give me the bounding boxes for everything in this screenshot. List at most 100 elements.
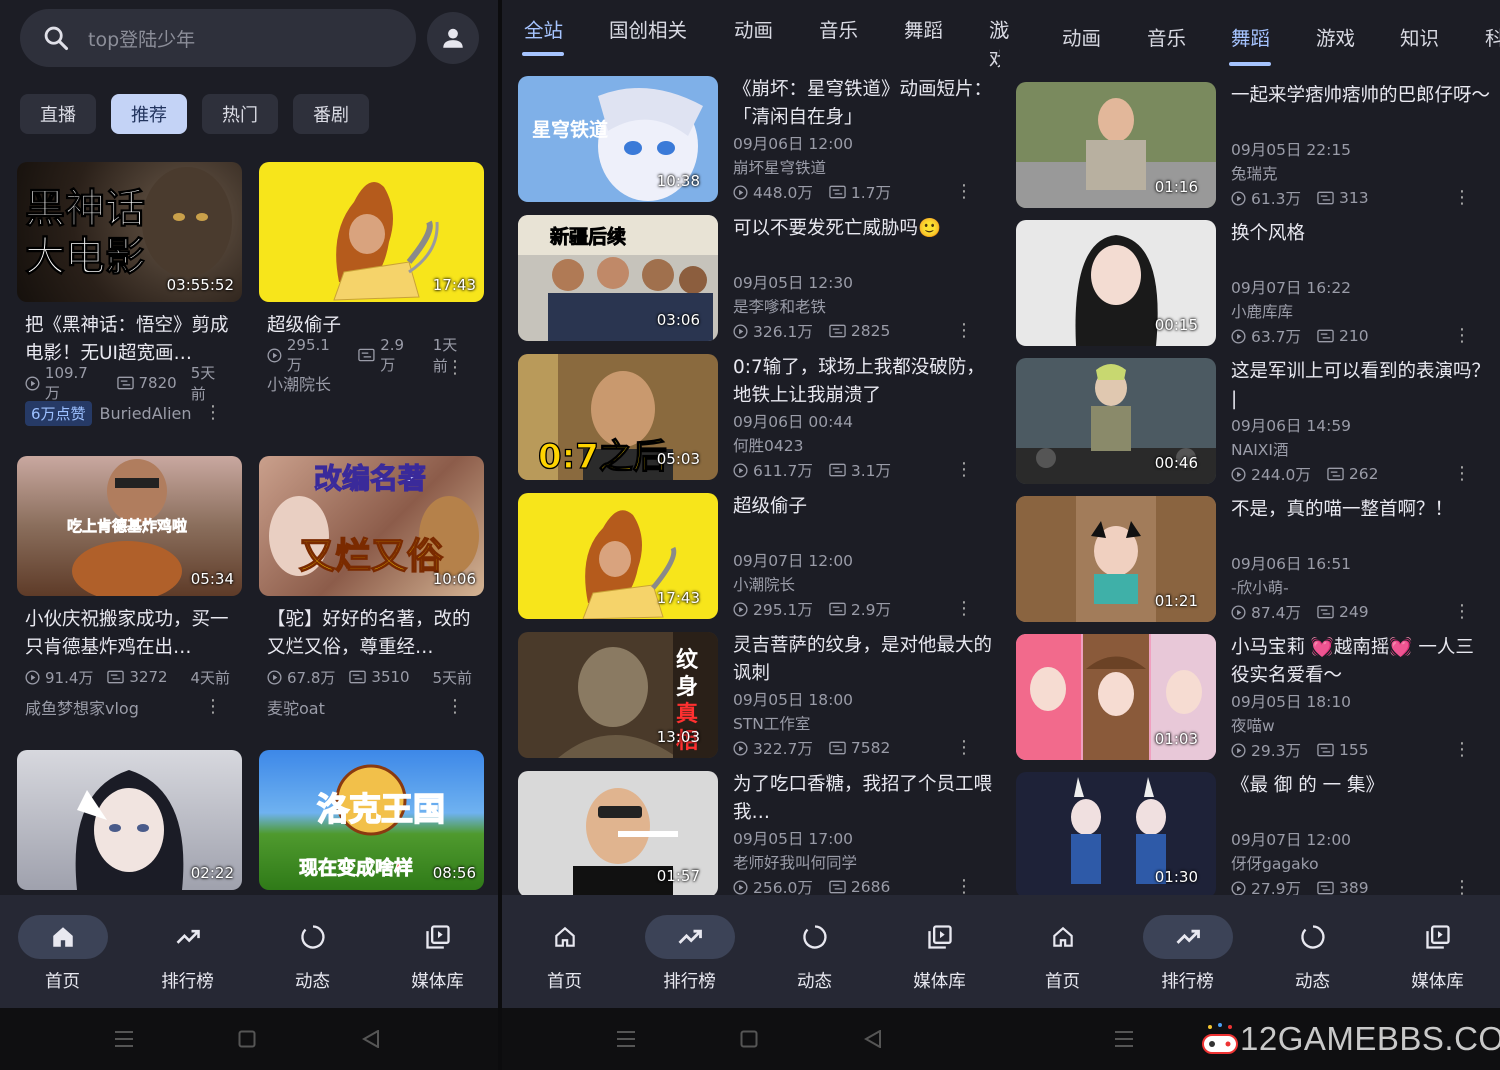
video-thumbnail[interactable]: 新疆后续 03:06 xyxy=(518,215,718,341)
author-name[interactable]: BuriedAlien xyxy=(100,404,192,423)
video-thumbnail[interactable]: 01:21 xyxy=(1016,496,1216,622)
ranking-row[interactable]: 0:7之后 05:03 0:7输了，球场上我都没破防，地铁上让我崩溃了 09月06日 … xyxy=(518,354,998,482)
tab-game-partial[interactable]: 戏 xyxy=(1000,14,1010,43)
account-button[interactable] xyxy=(427,12,479,64)
more-options-icon[interactable]: ⋮ xyxy=(1453,879,1471,897)
tab-anime[interactable]: 动画 xyxy=(1062,22,1101,51)
ranking-row[interactable]: 17:43 超级偷子 09月07日 12:00 小潮院长 295.1万 2.9万 ⋮ xyxy=(518,493,998,621)
nav-dynamic[interactable]: 动态 xyxy=(1250,895,1375,1008)
video-card[interactable]: 02:22 xyxy=(17,750,242,890)
more-options-icon[interactable]: ⋮ xyxy=(955,183,973,201)
tab-guochuang[interactable]: 国创相关 xyxy=(609,14,687,43)
more-options-icon[interactable]: ⋮ xyxy=(1453,327,1471,345)
video-thumbnail[interactable]: 洛克王国 现在变成啥样 08:56 xyxy=(259,750,484,890)
chip-recommend[interactable]: 推荐 xyxy=(111,94,187,134)
nav-ranking[interactable]: 排行榜 xyxy=(1125,895,1250,1008)
nav-home[interactable]: 首页 xyxy=(1000,895,1125,1008)
ranking-row[interactable]: 00:15 换个风格 09月07日 16:22 小鹿库库 63.7万 210 ⋮ xyxy=(1016,220,1496,348)
author-name[interactable]: 咸鱼梦想家vlog xyxy=(25,695,139,719)
more-options-icon[interactable]: ⋮ xyxy=(1453,741,1471,759)
ranking-row[interactable]: 01:21 不是，真的喵一整首啊？！ 09月06日 16:51 -欣小萌- 87.4万 2… xyxy=(1016,496,1496,624)
video-thumbnail[interactable]: 吃上肯德基炸鸡啦 05:34 xyxy=(17,456,242,596)
video-thumbnail[interactable]: 17:43 xyxy=(518,493,718,619)
video-card[interactable]: 17:43 超级偷子 295.1万 2.9万 1天前 小潮院长 ⋮ xyxy=(259,162,484,396)
author-name[interactable]: 夜喵w xyxy=(1231,714,1491,738)
author-name[interactable]: STN工作室 xyxy=(733,712,993,736)
nav-library[interactable]: 媒体库 xyxy=(1375,895,1500,1008)
author-name[interactable]: NAIXI酒 xyxy=(1231,438,1491,462)
nav-home[interactable]: 首页 xyxy=(0,895,125,1008)
ranking-row[interactable]: 01:57 为了吃口香糖，我招了个员工喂我… 09月05日 17:00 老师好我叫何同… xyxy=(518,771,998,899)
video-card[interactable]: 黑神话 大电影 03:55:52 把《黑神话：悟空》剪成电影！无UI超宽画… 1… xyxy=(17,162,242,426)
tab-all[interactable]: 全站 xyxy=(524,14,563,43)
tab-dance[interactable]: 舞蹈 xyxy=(904,14,943,43)
home-square-icon[interactable] xyxy=(238,1030,256,1048)
tab-music[interactable]: 音乐 xyxy=(819,14,858,43)
ranking-row[interactable]: 01:16 一起来学痞帅痞帅的巴郎仔呀～ 09月05日 22:15 兔瑞克 61.3万 3… xyxy=(1016,82,1496,210)
more-options-icon[interactable]: ⋮ xyxy=(1453,603,1471,621)
back-icon[interactable] xyxy=(864,1030,882,1048)
ranking-row[interactable]: 新疆后续 03:06 可以不要发死亡威胁吗🙂 09月05日 12:30 是李嗲和老铁 32… xyxy=(518,215,998,343)
nav-dynamic[interactable]: 动态 xyxy=(250,895,375,1008)
video-thumbnail[interactable]: 星穹铁道 10:38 xyxy=(518,76,718,202)
more-options-icon[interactable]: ⋮ xyxy=(955,600,973,618)
more-options-icon[interactable]: ⋮ xyxy=(955,322,973,340)
nav-ranking[interactable]: 排行榜 xyxy=(125,895,250,1008)
tab-knowledge[interactable]: 知识 xyxy=(1400,22,1439,51)
tab-music[interactable]: 音乐 xyxy=(1147,22,1186,51)
more-options-icon[interactable]: ⋮ xyxy=(955,739,973,757)
more-options-icon[interactable]: ⋮ xyxy=(955,461,973,479)
video-thumbnail[interactable]: 00:46 xyxy=(1016,358,1216,484)
menu-icon[interactable] xyxy=(616,1030,636,1048)
video-thumbnail[interactable]: 0:7之后 05:03 xyxy=(518,354,718,480)
video-thumbnail[interactable]: 01:03 xyxy=(1016,634,1216,760)
more-options-icon[interactable]: ⋮ xyxy=(204,404,222,422)
tab-anime[interactable]: 动画 xyxy=(734,14,773,43)
ranking-row[interactable]: 01:30 《最 御 的 一 集》 09月07日 12:00 伢伢gagako 27.9… xyxy=(1016,772,1496,900)
author-name[interactable]: 小鹿库库 xyxy=(1231,300,1491,324)
video-thumbnail[interactable]: 00:15 xyxy=(1016,220,1216,346)
video-card[interactable]: 改编名著 又烂又俗 10:06 【驼】好好的名著，改的又烂又俗，尊重经… 67.… xyxy=(259,456,484,720)
author-name[interactable]: 兔瑞克 xyxy=(1231,162,1491,186)
author-name[interactable]: 伢伢gagako xyxy=(1231,852,1491,876)
more-options-icon[interactable]: ⋮ xyxy=(955,878,973,896)
nav-dynamic[interactable]: 动态 xyxy=(752,895,877,1008)
nav-home[interactable]: 首页 xyxy=(502,895,627,1008)
menu-icon[interactable] xyxy=(1114,1030,1134,1048)
author-name[interactable]: 麦驼oat xyxy=(267,695,325,719)
author-name[interactable]: -欣小萌- xyxy=(1231,576,1491,600)
search-bar[interactable]: top登陆少年 xyxy=(20,9,416,67)
tab-game[interactable]: 游戏 xyxy=(989,14,1000,72)
video-card[interactable]: 洛克王国 现在变成啥样 08:56 xyxy=(259,750,484,890)
video-thumbnail[interactable]: 黑神话 大电影 03:55:52 xyxy=(17,162,242,302)
video-thumbnail[interactable]: 02:22 xyxy=(17,750,242,890)
nav-ranking[interactable]: 排行榜 xyxy=(627,895,752,1008)
video-thumbnail[interactable]: 17:43 xyxy=(259,162,484,302)
ranking-row[interactable]: 00:46 这是军训上可以看到的表演吗？ | 09月06日 14:59 NAIXI酒 2… xyxy=(1016,358,1496,486)
ranking-row[interactable]: 纹身真相 13:03 灵吉菩萨的纹身，是对他最大的讽刺 09月05日 18:00 STN… xyxy=(518,632,998,760)
more-options-icon[interactable]: ⋮ xyxy=(1453,189,1471,207)
more-options-icon[interactable]: ⋮ xyxy=(446,359,464,377)
video-thumbnail[interactable]: 改编名著 又烂又俗 10:06 xyxy=(259,456,484,596)
more-options-icon[interactable]: ⋮ xyxy=(446,698,464,716)
menu-icon[interactable] xyxy=(114,1030,134,1048)
chip-bangumi[interactable]: 番剧 xyxy=(293,94,369,134)
video-thumbnail[interactable]: 纹身真相 13:03 xyxy=(518,632,718,758)
chip-hot[interactable]: 热门 xyxy=(202,94,278,134)
video-card[interactable]: 吃上肯德基炸鸡啦 05:34 小伙庆祝搬家成功，买一只肯德基炸鸡在出… 91.4… xyxy=(17,456,242,720)
video-thumbnail[interactable]: 01:57 xyxy=(518,771,718,897)
more-options-icon[interactable]: ⋮ xyxy=(204,698,222,716)
author-name[interactable]: 崩坏星穹铁道 xyxy=(733,156,993,180)
back-icon[interactable] xyxy=(362,1030,380,1048)
author-name[interactable]: 老师好我叫何同学 xyxy=(733,851,993,875)
nav-library[interactable]: 媒体库 xyxy=(877,895,1000,1008)
ranking-row[interactable]: 星穹铁道 10:38 《崩坏：星穹铁道》动画短片：「清闲自在身」 09月06日 12:… xyxy=(518,76,998,204)
tab-tech-partial[interactable]: 科 xyxy=(1485,22,1500,51)
ranking-row[interactable]: 01:03 小马宝莉 💓越南摇💓 一人三役实名爱看～ 09月05日 18:10 夜喵w… xyxy=(1016,634,1496,762)
chip-live[interactable]: 直播 xyxy=(20,94,96,134)
tab-dance[interactable]: 舞蹈 xyxy=(1231,22,1270,51)
more-options-icon[interactable]: ⋮ xyxy=(1453,465,1471,483)
nav-library[interactable]: 媒体库 xyxy=(375,895,498,1008)
video-thumbnail[interactable]: 01:16 xyxy=(1016,82,1216,208)
author-name[interactable]: 何胜0423 xyxy=(733,434,993,458)
